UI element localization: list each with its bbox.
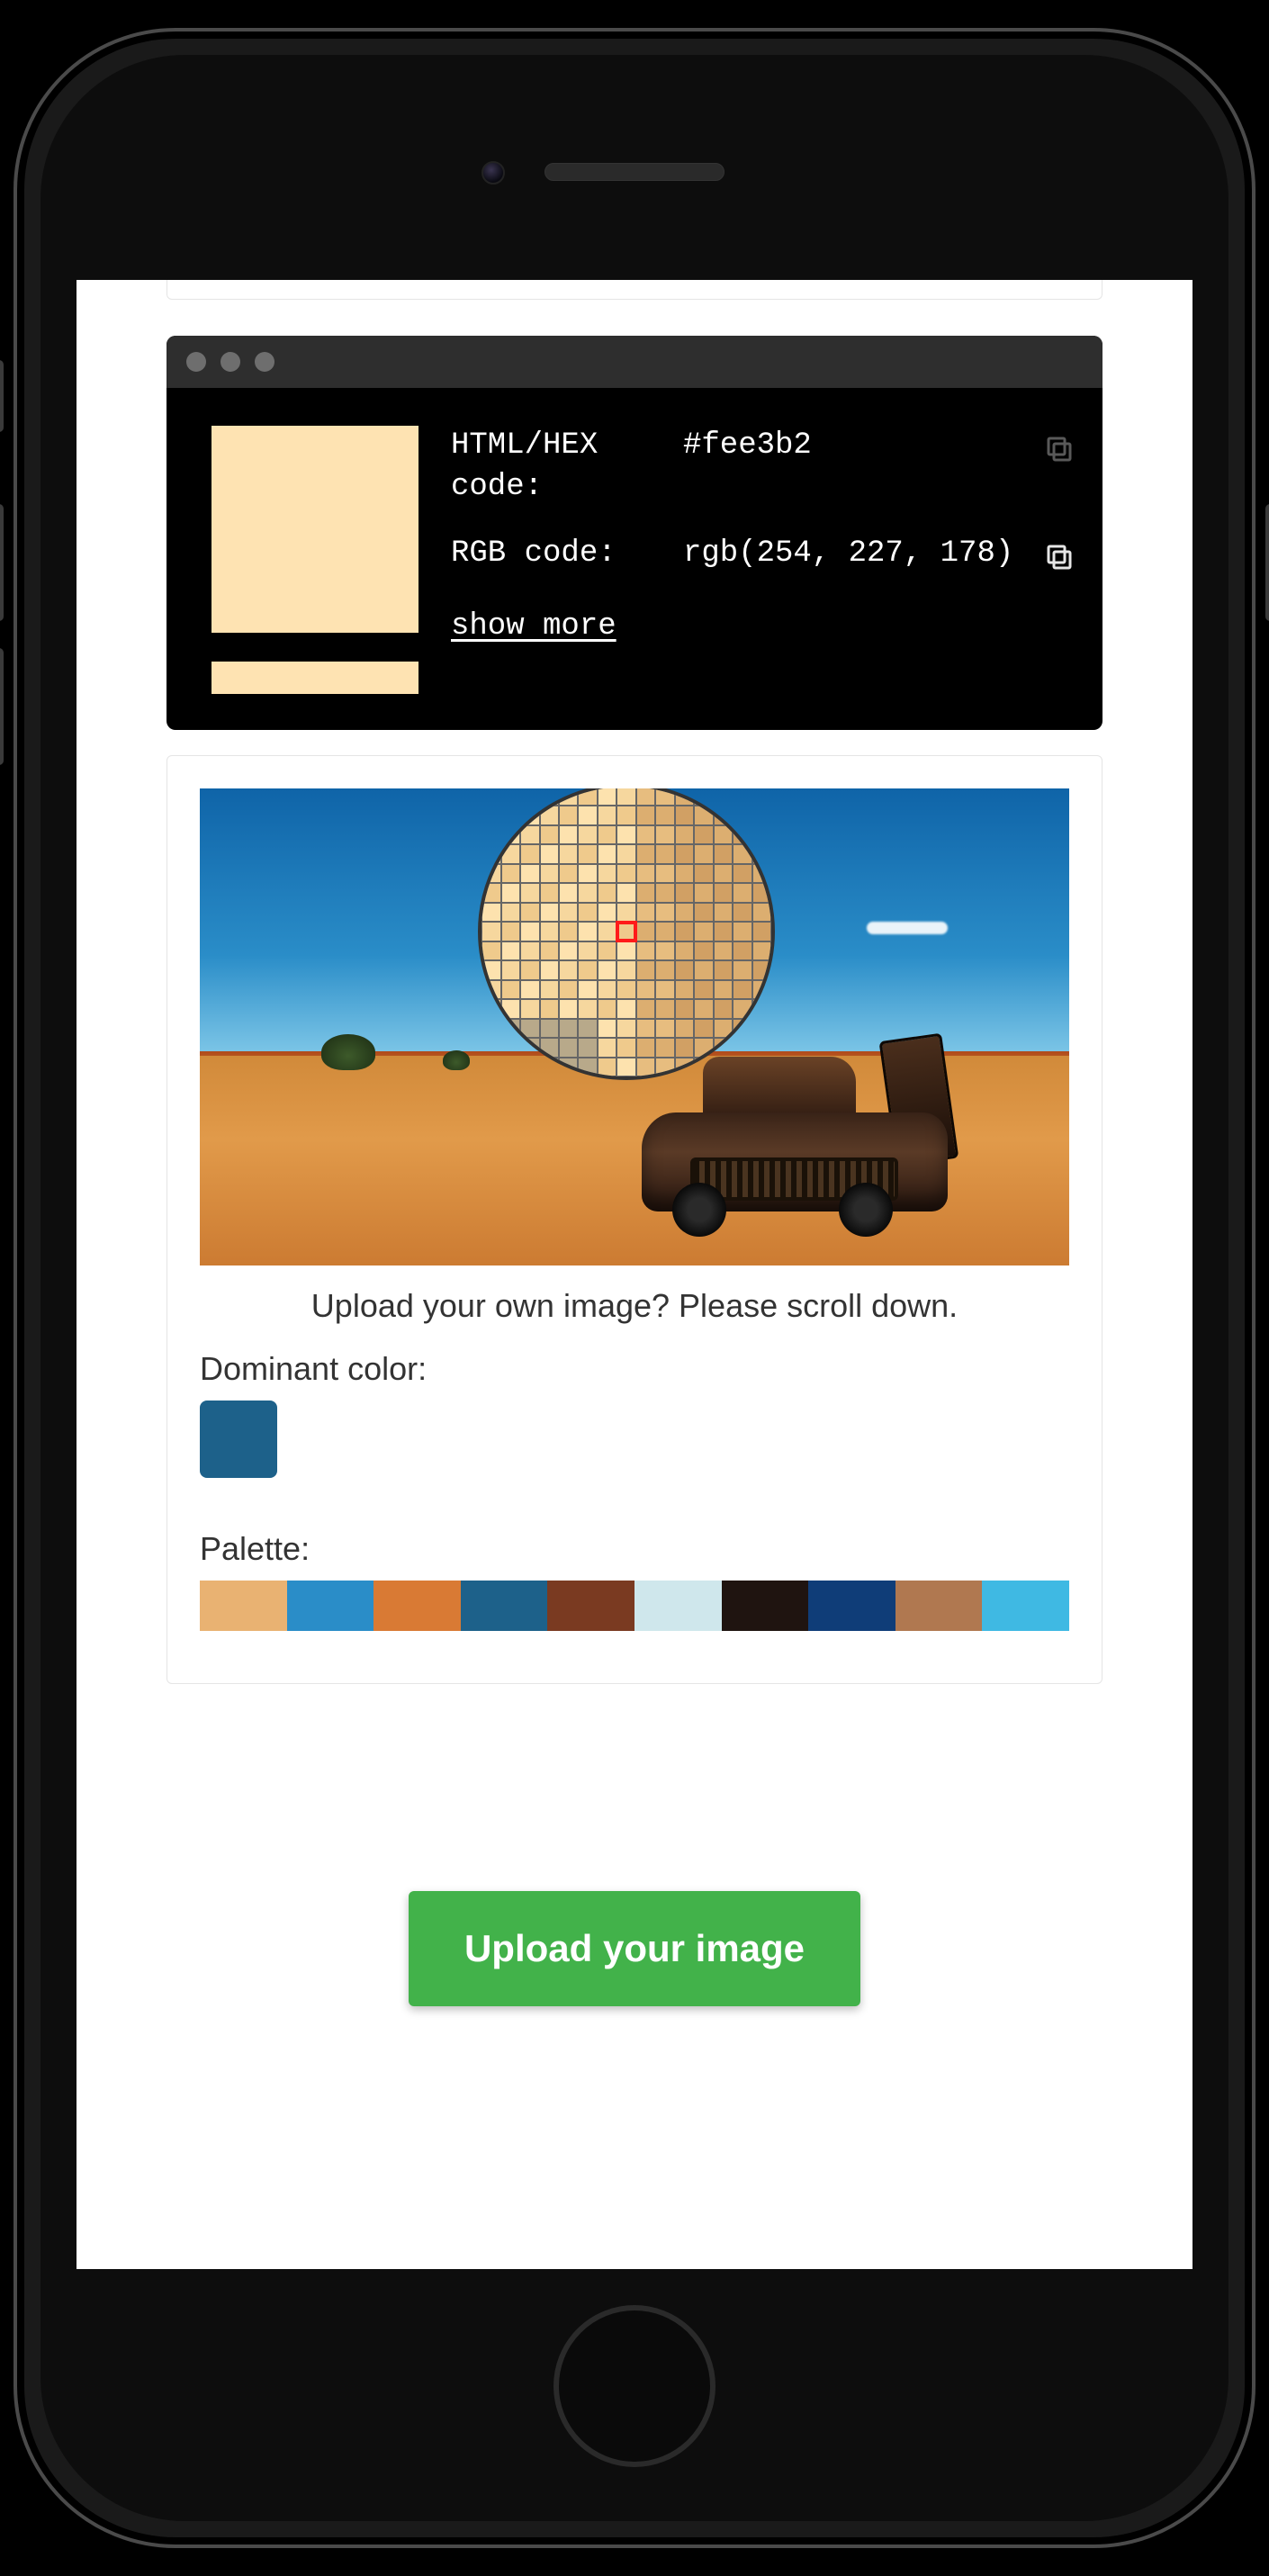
window-dot-close-icon [186, 352, 206, 372]
phone-volume-up [0, 504, 4, 621]
palette-swatch[interactable] [547, 1581, 634, 1631]
image-picker-card: Upload your own image? Please scroll dow… [166, 755, 1102, 1684]
terminal-body: HTML/HEX code: #fee3b2 RGB code: rgb( [166, 388, 1102, 730]
page-content: HTML/HEX code: #fee3b2 RGB code: rgb( [76, 280, 1192, 2078]
upload-image-button[interactable]: Upload your image [409, 1891, 860, 2006]
picked-color-swatch [212, 426, 418, 633]
swatch-column [212, 426, 418, 694]
show-more-link[interactable]: show more [451, 609, 616, 644]
dominant-color-swatch[interactable] [200, 1401, 277, 1478]
hex-row: HTML/HEX code: #fee3b2 [451, 426, 1076, 509]
palette-swatch[interactable] [461, 1581, 548, 1631]
color-code-terminal: HTML/HEX code: #fee3b2 RGB code: rgb( [166, 336, 1102, 730]
phone-body: HTML/HEX code: #fee3b2 RGB code: rgb( [14, 28, 1256, 2548]
image-cloud [867, 922, 948, 934]
phone-inner: HTML/HEX code: #fee3b2 RGB code: rgb( [40, 55, 1228, 2521]
palette-swatch[interactable] [808, 1581, 896, 1631]
phone-speaker [544, 163, 724, 181]
terminal-titlebar [166, 336, 1102, 388]
copy-hex-icon[interactable] [1043, 433, 1076, 465]
image-car [642, 1057, 948, 1237]
rgb-label: RGB code: [451, 534, 658, 575]
picked-color-bar [212, 662, 418, 694]
hex-label: HTML/HEX code: [451, 426, 658, 509]
phone-power-button [1265, 504, 1269, 621]
upload-hint-caption: Upload your own image? Please scroll dow… [200, 1287, 1069, 1325]
color-values-column: HTML/HEX code: #fee3b2 RGB code: rgb( [451, 426, 1076, 644]
phone-front-camera [482, 161, 505, 185]
image-tree [443, 1050, 470, 1070]
rgb-row: RGB code: rgb(254, 227, 178) [451, 534, 1076, 575]
sample-image[interactable] [200, 788, 1069, 1265]
rgb-value: rgb(254, 227, 178) [683, 534, 1076, 575]
palette-swatch[interactable] [722, 1581, 809, 1631]
palette-swatch[interactable] [374, 1581, 461, 1631]
magnifier-cursor-icon [616, 921, 637, 942]
copy-rgb-icon[interactable] [1043, 541, 1076, 573]
dominant-color-label: Dominant color: [200, 1350, 1069, 1388]
phone-frame: HTML/HEX code: #fee3b2 RGB code: rgb( [0, 0, 1269, 2576]
phone-home-button[interactable] [554, 2305, 716, 2467]
palette-swatch[interactable] [982, 1581, 1069, 1631]
hex-value: #fee3b2 [683, 426, 1076, 467]
phone-mute-switch [0, 360, 4, 432]
image-tree [321, 1034, 375, 1070]
phone-volume-down [0, 648, 4, 765]
palette-swatch[interactable] [634, 1581, 722, 1631]
upload-card: Upload your image [166, 1765, 1102, 2078]
palette-swatch[interactable] [287, 1581, 374, 1631]
palette-swatch[interactable] [896, 1581, 983, 1631]
palette-row [200, 1581, 1069, 1631]
palette-label: Palette: [200, 1530, 1069, 1568]
palette-section: Palette: [200, 1530, 1069, 1631]
color-magnifier[interactable] [478, 788, 775, 1080]
previous-card-edge [166, 280, 1102, 300]
screen: HTML/HEX code: #fee3b2 RGB code: rgb( [76, 280, 1192, 2269]
window-dot-minimize-icon [220, 352, 240, 372]
window-dot-zoom-icon [255, 352, 274, 372]
palette-swatch[interactable] [200, 1581, 287, 1631]
